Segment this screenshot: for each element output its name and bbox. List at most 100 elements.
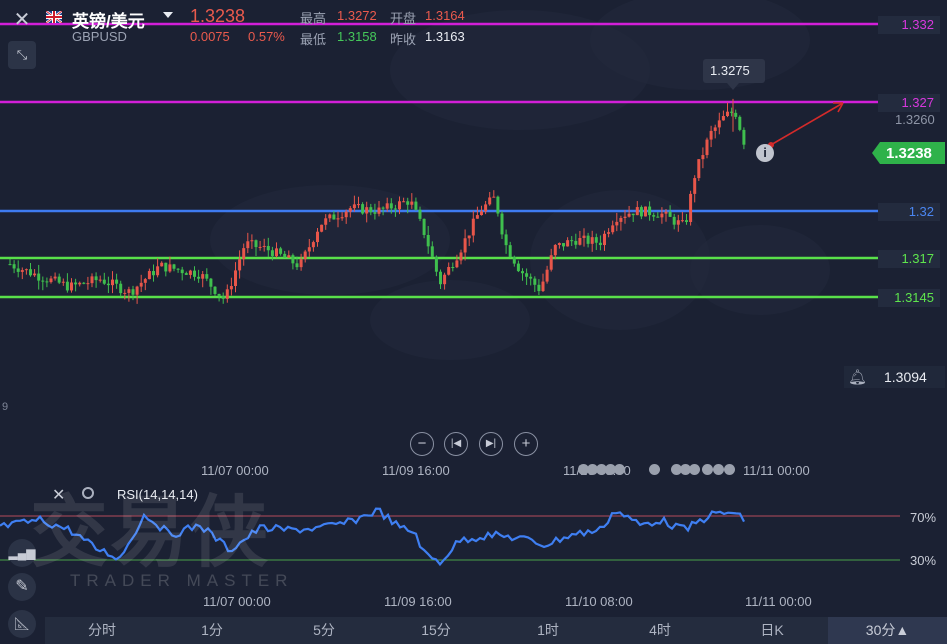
candle-body (8, 264, 12, 266)
candle-body (357, 204, 360, 206)
event-marker[interactable] (702, 464, 713, 475)
candle-body (307, 247, 311, 252)
symbol-code: GBPUSD (72, 29, 127, 44)
candle-body (275, 248, 278, 257)
candle-body (488, 197, 492, 205)
indicator-button[interactable]: ▂▄▆ (8, 539, 36, 567)
candle-body (701, 155, 705, 160)
ruler-button[interactable]: 📐︎ (8, 610, 36, 638)
candle-body (316, 231, 319, 243)
candle-body (471, 218, 475, 236)
level-tag-132[interactable]: 1.32 (878, 203, 940, 221)
tf-15m[interactable]: 15分 (414, 617, 458, 644)
candle-body (406, 201, 410, 205)
candle-body (582, 235, 586, 239)
candle-body (82, 282, 86, 284)
level-tag-1327[interactable]: 1.327 (878, 94, 940, 112)
tf-4h[interactable]: 4时 (638, 617, 682, 644)
candle-body (549, 255, 553, 270)
candle-body (607, 232, 611, 234)
rsi-level-70-label: 70% (910, 510, 937, 525)
event-marker[interactable] (689, 464, 700, 475)
candle-body (512, 256, 516, 264)
candle-body (414, 201, 418, 210)
next-icon: ▶| (485, 438, 497, 449)
candle-body (537, 284, 541, 292)
chevron-down-icon[interactable] (163, 12, 173, 18)
zoom-out-button[interactable]: − (410, 432, 434, 456)
candle-body (168, 264, 172, 272)
candle-body (115, 279, 119, 284)
level-tag-1332[interactable]: 1.332 (878, 16, 940, 34)
candle-body (410, 201, 414, 205)
level-tag-1317[interactable]: 1.317 (878, 250, 940, 268)
bell-icon[interactable]: 🔔︎ (848, 368, 867, 386)
candle-body (541, 281, 545, 292)
candle-body (229, 285, 233, 290)
candle-body (250, 240, 254, 242)
tf-1m[interactable]: 1分 (190, 617, 234, 644)
candle-body (70, 282, 73, 291)
tf-1h[interactable]: 1时 (526, 617, 570, 644)
candle-body (147, 271, 151, 280)
zoom-in-button[interactable]: + (514, 432, 538, 456)
candle-body (676, 220, 680, 225)
candle-body (603, 233, 606, 246)
candle-body (529, 276, 533, 279)
draw-button[interactable]: ✎ (8, 573, 36, 601)
price-change: 0.0075 (190, 29, 230, 44)
tf-tick[interactable]: 分时 (80, 617, 124, 644)
ruler-icon: 📐︎ (13, 616, 31, 631)
candle-body (644, 206, 647, 217)
candle-body (49, 278, 53, 283)
tf-5m[interactable]: 5分 (302, 617, 346, 644)
tf-daily[interactable]: 日K (750, 617, 794, 644)
candle-body (734, 112, 738, 117)
candle-body (492, 196, 496, 198)
current-price-tag: 1.3238 (872, 142, 945, 164)
candle-body (500, 213, 504, 235)
event-markers[interactable] (578, 462, 738, 478)
candle-body (439, 271, 442, 285)
timeframe-bar (45, 617, 947, 644)
pen-icon: ✎ (15, 578, 29, 595)
map-backdrop (690, 225, 830, 315)
event-marker[interactable] (724, 464, 735, 475)
candle-body (627, 213, 631, 217)
candle-body (127, 289, 131, 293)
next-button[interactable]: ▶| (479, 432, 503, 456)
chart-app: 交易侠 TRADER MASTER ✕ ⤡ 英镑/美元 1.3238 GBPUS… (0, 0, 947, 644)
level-tag-13145[interactable]: 1.3145 (878, 289, 940, 307)
candle-body (574, 240, 578, 245)
candle-body (111, 279, 114, 286)
candle-body (291, 255, 295, 264)
time-label-rsi-0: 11/07 00:00 (203, 594, 271, 609)
info-icon[interactable]: i (756, 144, 774, 162)
candle-body (381, 207, 385, 209)
candle-body (705, 139, 709, 156)
candle-body (320, 224, 324, 232)
settings-icon[interactable] (82, 487, 94, 499)
close-button[interactable]: ✕ (8, 6, 36, 34)
candle-body (652, 215, 656, 217)
event-marker[interactable] (713, 464, 724, 475)
tf-30m-selected[interactable]: 30分▲ (828, 617, 947, 644)
candle-body (217, 293, 221, 296)
candle-body (615, 221, 619, 226)
candle-body (418, 209, 422, 219)
map-backdrop (370, 280, 530, 360)
time-label-rsi-1: 11/09 16:00 (384, 594, 452, 609)
event-marker[interactable] (614, 464, 625, 475)
candle-body (373, 212, 377, 214)
alert-price-tag[interactable]: 🔔︎ 1.3094 (844, 366, 945, 388)
candle-body (426, 234, 430, 247)
shrink-button[interactable]: ⤡ (8, 41, 36, 69)
event-marker[interactable] (649, 464, 660, 475)
close-icon: ✕ (13, 9, 31, 31)
low-label: 最低 (300, 32, 327, 47)
candle-body (631, 213, 635, 216)
close-indicator-icon[interactable]: ✕ (52, 485, 65, 505)
prev-button[interactable]: |◀ (444, 432, 468, 456)
candle-body (246, 241, 250, 249)
watermark-en: TRADER MASTER (70, 571, 294, 590)
